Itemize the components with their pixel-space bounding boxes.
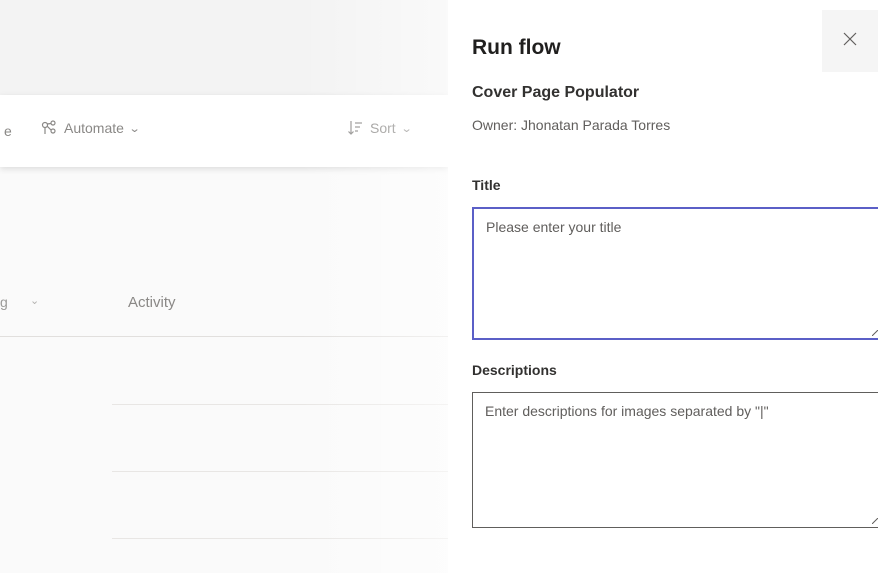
close-button[interactable] xyxy=(822,10,878,72)
descriptions-input[interactable] xyxy=(472,392,878,528)
sort-icon xyxy=(346,119,364,137)
sort-label: Sort xyxy=(370,120,396,136)
flow-name: Cover Page Populator xyxy=(472,84,640,101)
command-cut-label[interactable]: e xyxy=(4,123,12,139)
automate-icon xyxy=(40,119,58,137)
chevron-down-icon: ⌄ xyxy=(128,122,141,135)
column-header-activity[interactable]: Activity xyxy=(128,294,176,311)
automate-label: Automate xyxy=(64,120,124,136)
panel-title: Run flow xyxy=(472,36,561,59)
list-page-background: e Automate ⌄ Sort ⌄ g ⌄ Activity xyxy=(0,0,448,573)
close-icon xyxy=(843,32,857,51)
header-divider xyxy=(0,336,448,337)
flow-owner: Owner: Jhonatan Parada Torres xyxy=(472,117,671,133)
chevron-down-icon: ⌄ xyxy=(30,295,40,307)
automate-button[interactable]: Automate ⌄ xyxy=(40,119,141,137)
sort-button[interactable]: Sort ⌄ xyxy=(346,119,413,137)
command-bar: e Automate ⌄ Sort ⌄ xyxy=(0,95,448,167)
row-divider xyxy=(112,404,448,405)
title-input[interactable] xyxy=(472,207,878,340)
column-header-cut[interactable]: g xyxy=(0,294,8,310)
title-field-label: Title xyxy=(472,177,501,193)
row-divider xyxy=(112,538,448,539)
run-flow-panel: Run flow Cover Page Populator Owner: Jho… xyxy=(448,0,878,573)
resize-grip-icon[interactable] xyxy=(872,518,878,524)
page-header-band xyxy=(0,0,448,95)
resize-grip-icon[interactable] xyxy=(872,330,878,336)
descriptions-field-label: Descriptions xyxy=(472,362,557,378)
list-column-header: g ⌄ Activity xyxy=(0,272,448,336)
chevron-down-icon: ⌄ xyxy=(400,122,413,135)
row-divider xyxy=(112,471,448,472)
